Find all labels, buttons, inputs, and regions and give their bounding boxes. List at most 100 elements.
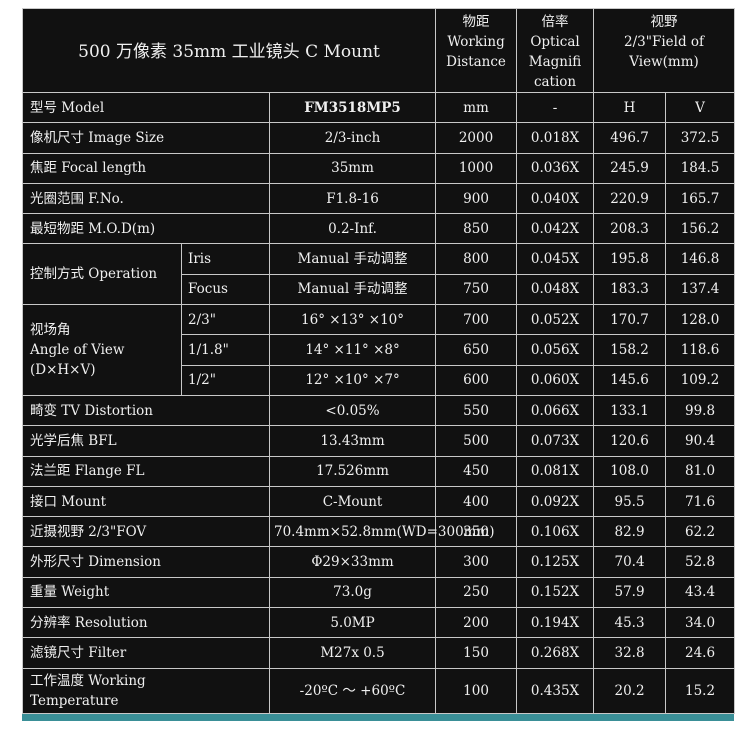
magnification-cell: 0.081X [516, 455, 595, 487]
fov-v-cell: 90.4 [665, 425, 736, 457]
working-distance-cell: 200 [435, 607, 518, 639]
working-distance-cell: 650 [435, 334, 518, 366]
fov-h-cell: 70.4 [593, 546, 667, 578]
spec-table-body: 型号 Model FM3518MP5 mm - H V 像机尺寸 Image S… [22, 91, 736, 714]
header-magnification-line: Magnifi [528, 54, 582, 70]
fov-v-cell: 128.0 [665, 304, 736, 336]
spec-value: 5.0MP [268, 607, 437, 639]
fov-v-cell: 184.5 [665, 152, 736, 184]
spec-value: Manual 手动调整 [268, 243, 437, 275]
spec-label: 外形尺寸 Dimension [22, 546, 270, 578]
table-row: 接口 Mount C-Mount 400 0.092X 95.5 71.6 [22, 485, 736, 518]
magnification-cell: 0.268X [516, 637, 595, 669]
magnification-cell: 0.036X [516, 152, 595, 184]
magnification-cell: 0.042X [516, 213, 595, 245]
spec-value: C-Mount [268, 485, 437, 518]
spec-label: 控制方式 Operation [22, 243, 182, 306]
table-row: 焦距 Focal length 35mm 1000 0.036X 245.9 184.5 [22, 152, 736, 184]
table-row: 工作温度 Working Temperature -20ºC ～ +60ºC 100 0… [22, 667, 736, 714]
fov-h-cell: 245.9 [593, 152, 667, 184]
working-distance-cell: 500 [435, 425, 518, 457]
table-row-model: 型号 Model FM3518MP5 mm - H V [22, 91, 736, 124]
spec-value: 16° ×13° ×10° [268, 304, 437, 336]
spec-sublabel: 1/2" [181, 364, 270, 396]
spec-label-line: Temperature [30, 692, 119, 709]
spec-label: 光圈范围 F.No. [22, 182, 270, 215]
fov-v-cell: 34.0 [665, 607, 736, 639]
working-distance-cell: 750 [435, 273, 518, 306]
spec-label: 型号 Model [22, 91, 270, 124]
fov-v-cell: 109.2 [665, 364, 736, 396]
table-row: 滤镜尺寸 Filter M27x 0.5 150 0.268X 32.8 24.6 [22, 637, 736, 669]
spec-value: F1.8-16 [268, 182, 437, 215]
fov-v-cell: 165.7 [665, 182, 736, 215]
spec-value: 17.526mm [268, 455, 437, 487]
fov-h-cell: 82.9 [593, 516, 667, 548]
distance-unit: mm [435, 91, 518, 124]
working-distance-cell: 900 [435, 182, 518, 215]
table-title: 500 万像素 35mm 工业镜头 C Mount [21, 8, 437, 93]
fov-h-cell: 20.2 [593, 667, 667, 714]
table-row: 光圈范围 F.No. F1.8-16 900 0.040X 220.9 165.7 [22, 182, 736, 215]
fov-h-cell: 133.1 [593, 394, 667, 427]
table-row: 最短物距 M.O.D(m) 0.2-Inf. 850 0.042X 208.3 156.2 [22, 213, 736, 245]
spec-value-model: FM3518MP5 [268, 91, 437, 124]
header-magnification-line: cation [533, 74, 577, 90]
spec-label: 近摄视野 2/3"FOV [22, 516, 270, 548]
spec-value: 0.2-Inf. [268, 213, 437, 245]
spec-label: 焦距 Focal length [22, 152, 270, 184]
fov-h-cell: 158.2 [593, 334, 667, 366]
fov-h-header: H [593, 91, 667, 124]
working-distance-cell: 1000 [435, 152, 518, 184]
fov-v-header: V [665, 91, 736, 124]
magnification-cell: 0.194X [516, 607, 595, 639]
magnification-cell: 0.073X [516, 425, 595, 457]
spec-sublabel: 1/1.8" [181, 334, 270, 366]
magnification-cell: 0.106X [516, 516, 595, 548]
fov-h-cell: 32.8 [593, 637, 667, 669]
header-field-of-view: 视野 2/3"Field of View(mm) [593, 8, 736, 93]
table-row: 重量 Weight 73.0g 250 0.152X 57.9 43.4 [22, 576, 736, 609]
spec-label: 视场角 Angle of View (D×H×V) [22, 304, 182, 396]
fov-h-cell: 208.3 [593, 213, 667, 245]
magnification-cell: 0.066X [516, 394, 595, 427]
magnification-cell: 0.152X [516, 576, 595, 609]
working-distance-cell: 450 [435, 455, 518, 487]
magnification-cell: 0.092X [516, 485, 595, 518]
spec-value: Manual 手动调整 [268, 273, 437, 306]
spec-value: 13.43mm [268, 425, 437, 457]
fov-h-cell: 108.0 [593, 455, 667, 487]
magnification-cell: 0.125X [516, 546, 595, 578]
magnification-cell: 0.045X [516, 243, 595, 275]
fov-h-cell: 220.9 [593, 182, 667, 215]
header-magnification-line: Optical [530, 34, 580, 50]
header-working-distance: 物距 Working Distance [435, 8, 518, 93]
header-fov-line: 视野 [650, 14, 678, 30]
spec-label-line: Angle of View [30, 342, 125, 359]
spec-value: 70.4mm×52.8mm(WD=300mm) [268, 516, 495, 548]
header-magnification: 倍率 Optical Magnifi cation [516, 8, 595, 93]
table-row: 法兰距 Flange FL 17.526mm 450 0.081X 108.0 81.0 [22, 455, 736, 487]
fov-h-cell: 57.9 [593, 576, 667, 609]
spec-table: 500 万像素 35mm 工业镜头 C Mount 物距 Working Dis… [21, 8, 736, 714]
magnification-cell: 0.048X [516, 273, 595, 306]
working-distance-cell: 300 [435, 546, 518, 578]
spec-label: 分辨率 Resolution [22, 607, 270, 639]
working-distance-cell: 550 [435, 394, 518, 427]
magnification-unit: - [516, 91, 595, 124]
spec-label-line: 视场角 [30, 322, 71, 339]
magnification-cell: 0.435X [516, 667, 595, 714]
working-distance-cell: 250 [435, 576, 518, 609]
spec-value: -20ºC ～ +60ºC [268, 667, 437, 714]
spec-value: <0.05% [268, 394, 437, 427]
table-row: 像机尺寸 Image Size 2/3-inch 2000 0.018X 496.7 37… [22, 122, 736, 154]
spec-sublabel: Iris [181, 243, 270, 275]
fov-h-cell: 120.6 [593, 425, 667, 457]
spec-value: 35mm [268, 152, 437, 184]
fov-v-cell: 146.8 [665, 243, 736, 275]
fov-v-cell: 118.6 [665, 334, 736, 366]
fov-v-cell: 43.4 [665, 576, 736, 609]
spec-label-line: 工作温度 Working [30, 672, 146, 689]
fov-v-cell: 99.8 [665, 394, 736, 427]
working-distance-cell: 100 [435, 667, 518, 714]
